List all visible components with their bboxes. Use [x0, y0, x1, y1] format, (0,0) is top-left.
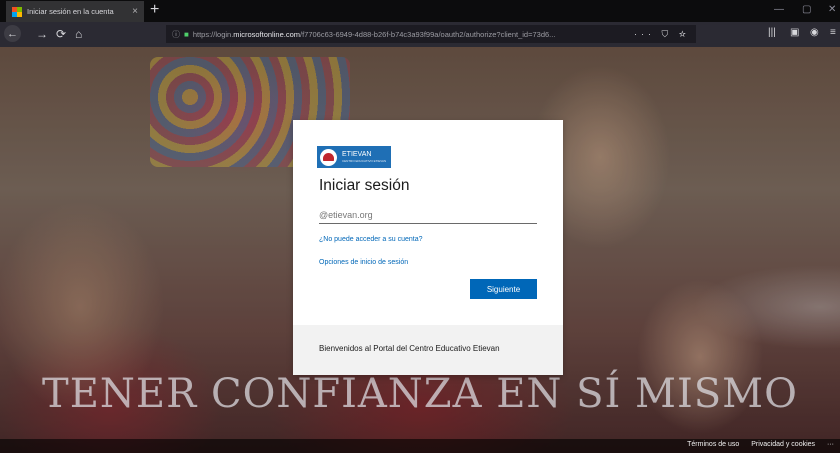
- welcome-text: Bienvenidos al Portal del Centro Educati…: [319, 344, 500, 353]
- next-button[interactable]: Siguiente: [470, 279, 537, 299]
- logo-subtext: CENTRO EDUCATIVO ETIEVAN: [342, 159, 387, 163]
- maximize-icon[interactable]: ▢: [802, 4, 811, 15]
- terms-link[interactable]: Términos de uso: [687, 441, 739, 448]
- tab-close-icon[interactable]: ×: [132, 6, 138, 17]
- home-icon[interactable]: ⌂: [75, 26, 82, 42]
- library-icon[interactable]: |||: [768, 27, 776, 38]
- minimize-icon[interactable]: —: [774, 4, 784, 15]
- close-window-icon[interactable]: ✕: [828, 4, 836, 15]
- cant-access-account-link[interactable]: ¿No puede acceder a su cuenta?: [319, 236, 423, 243]
- url-prefix: https://login.: [192, 29, 234, 39]
- page-footer: Términos de uso Privacidad y cookies ···: [0, 439, 840, 453]
- url-path: /f7706c63-6949-4d88-b26f-b74c3a93f99a/oa…: [300, 29, 556, 39]
- organization-logo: ETIEVAN CENTRO EDUCATIVO ETIEVAN: [317, 146, 391, 168]
- email-input[interactable]: [319, 207, 537, 224]
- signin-card: ETIEVAN CENTRO EDUCATIVO ETIEVAN Iniciar…: [293, 120, 563, 375]
- info-icon[interactable]: ⓘ: [172, 29, 180, 40]
- logo-emblem-icon: [320, 148, 337, 166]
- browser-tab[interactable]: Iniciar sesión en la cuenta ×: [6, 1, 144, 22]
- menu-icon[interactable]: ≡: [830, 27, 836, 38]
- privacy-link[interactable]: Privacidad y cookies: [751, 441, 815, 448]
- address-bar[interactable]: ⓘ ■ https://login.microsoftonline.com/f7…: [166, 25, 696, 43]
- sidebar-icon[interactable]: ▣: [790, 27, 799, 38]
- account-icon[interactable]: ◉: [810, 27, 819, 38]
- signin-options-link[interactable]: Opciones de inicio de sesión: [319, 259, 408, 266]
- navigation-bar: ← → ⟳ ⌂ ⓘ ■ https://login.microsoftonlin…: [0, 22, 840, 47]
- signin-title: Iniciar sesión: [319, 177, 410, 194]
- tab-strip: Iniciar sesión en la cuenta × + — ▢ ✕: [0, 0, 840, 22]
- tab-title: Iniciar sesión en la cuenta: [27, 7, 114, 16]
- signin-form: ETIEVAN CENTRO EDUCATIVO ETIEVAN Iniciar…: [293, 120, 563, 325]
- footer-more-icon[interactable]: ···: [827, 441, 834, 448]
- background-slogan: TENER CONFIANZA EN SÍ MISMO: [42, 371, 798, 417]
- page-actions-icons[interactable]: ··· ⛉ ☆: [634, 29, 690, 40]
- reload-icon[interactable]: ⟳: [56, 26, 66, 42]
- microsoft-logo-icon: [12, 6, 22, 17]
- back-arrow-icon[interactable]: ←: [4, 25, 21, 42]
- logo-wordmark: ETIEVAN CENTRO EDUCATIVO ETIEVAN: [342, 151, 386, 163]
- logo-text: ETIEVAN: [342, 151, 372, 158]
- footer-links: Términos de uso Privacidad y cookies ···: [677, 441, 834, 448]
- lock-icon: ■: [184, 29, 189, 39]
- new-tab-button[interactable]: +: [150, 2, 159, 18]
- url-domain: microsoftonline.com: [233, 29, 300, 39]
- forward-arrow-icon[interactable]: →: [36, 26, 48, 42]
- welcome-banner: Bienvenidos al Portal del Centro Educati…: [293, 325, 563, 375]
- url-text[interactable]: https://login.microsoftonline.com/f7706c…: [193, 30, 628, 39]
